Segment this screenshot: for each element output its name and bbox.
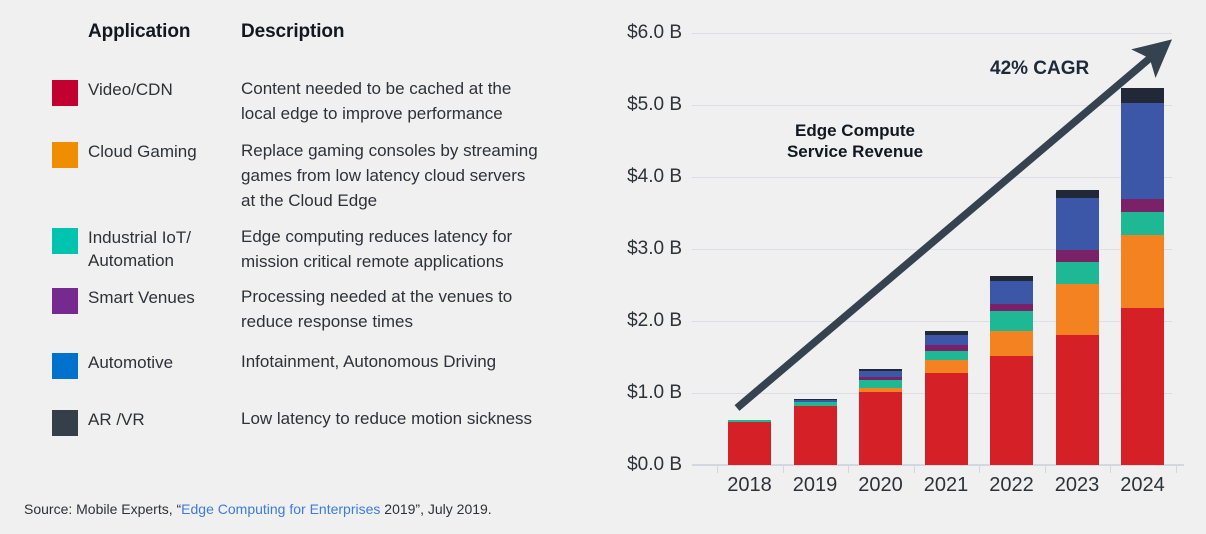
bar-segment[interactable]: [1055, 261, 1099, 284]
bar-segment[interactable]: [1121, 102, 1164, 199]
column-header-description: Description: [241, 21, 345, 42]
y-axis-tick-label: $0.0 B: [627, 454, 682, 475]
bar-segment[interactable]: [1055, 249, 1099, 262]
legend-color-swatch: [52, 228, 78, 254]
bar-segment[interactable]: [924, 359, 968, 373]
y-axis-tick-label: $2.0 B: [627, 310, 682, 331]
x-axis-tick-mark: [1175, 466, 1177, 473]
source-prefix: Source: Mobile Experts, “: [24, 501, 182, 517]
legend-color-swatch: [52, 142, 78, 168]
bar-2019[interactable]: [793, 0, 837, 465]
bar-segment[interactable]: [990, 280, 1033, 304]
y-axis-tick-label: $6.0 B: [627, 22, 682, 43]
application-name: AR /VR: [88, 410, 145, 429]
bar-segment[interactable]: [1121, 198, 1164, 213]
growth-arrow-icon: [734, 39, 1173, 411]
bar-segment[interactable]: [990, 310, 1033, 332]
legend-color-swatch: [52, 410, 78, 436]
bar-segment[interactable]: [1055, 189, 1099, 198]
x-axis-tick-label: 2018: [727, 474, 772, 496]
x-axis-tick-label: 2024: [1120, 474, 1165, 496]
bar-segment[interactable]: [990, 276, 1033, 281]
bar-segment[interactable]: [990, 331, 1033, 357]
bar-segment[interactable]: [859, 368, 902, 371]
x-axis-tick-label: 2023: [1054, 474, 1100, 496]
bar-segment[interactable]: [924, 350, 968, 360]
legend-color-swatch: [52, 288, 78, 314]
x-axis-tick-mark: [913, 466, 915, 473]
bar-segment[interactable]: [793, 398, 837, 401]
x-axis-tick-mark: [1110, 466, 1111, 473]
y-axis-tick-label: $1.0 B: [627, 382, 682, 403]
bar-segment[interactable]: [1121, 212, 1164, 235]
source-note: Source: Mobile Experts, “Edge Computing …: [24, 501, 492, 517]
application-name: Cloud Gaming: [88, 142, 197, 161]
bar-segment[interactable]: [990, 303, 1033, 311]
application-description: Content needed to be cached at the local…: [241, 79, 512, 123]
chart-title: Edge Compute Service Revenue: [786, 121, 924, 161]
bar-segment[interactable]: [924, 345, 968, 351]
cagr-annotation: 42% CAGR: [990, 58, 1090, 79]
bar-segment[interactable]: [924, 331, 968, 335]
bar-segment[interactable]: [859, 387, 902, 393]
bar-segment[interactable]: [1121, 234, 1164, 309]
application-description: Replace gaming consoles by streaming gam…: [241, 141, 538, 210]
bar-segment[interactable]: [859, 377, 902, 381]
bar-segment[interactable]: [1055, 283, 1099, 336]
y-axis-tick-label: $4.0 B: [627, 166, 682, 187]
application-table: Application Description Video/CDN Content…: [0, 0, 620, 534]
x-axis-tick-label: 2019: [792, 474, 838, 496]
source-suffix: 2019”, July 2019.: [380, 501, 492, 517]
legend-color-swatch: [52, 80, 78, 106]
bar-segment[interactable]: [728, 421, 771, 465]
source-link[interactable]: Edge Computing for Enterprises: [181, 501, 380, 517]
bar-segment[interactable]: [1055, 197, 1099, 250]
slide-root: Application Description Video/CDN Content…: [0, 0, 1206, 534]
bar-segment[interactable]: [793, 405, 837, 465]
bar-segment[interactable]: [924, 334, 968, 346]
application-description: Edge computing reduces latency for missi…: [241, 227, 513, 271]
bar-segment[interactable]: [859, 392, 902, 465]
bar-segment[interactable]: [924, 372, 968, 465]
bar-segment[interactable]: [793, 400, 837, 403]
x-axis-tick-label: 2021: [923, 474, 969, 496]
bar-2021[interactable]: [924, 0, 968, 465]
edge-compute-revenue-chart: $6.0 B $5.0 B $4.0 B $3.0 B $2.0 B $1.0 B $0.0…: [620, 0, 1206, 534]
application-name: Automotive: [88, 353, 174, 372]
x-axis-tick-mark: [848, 466, 849, 473]
y-axis-tick-label: $3.0 B: [627, 238, 682, 259]
bar-segment[interactable]: [859, 380, 902, 388]
application-description: Infotainment, Autonomous Driving: [241, 352, 497, 371]
bar-segment[interactable]: [1121, 87, 1164, 103]
legend-color-swatch: [52, 353, 78, 379]
bar-segment[interactable]: [1121, 308, 1164, 465]
bar-2024[interactable]: [1121, 0, 1164, 465]
bar-segment[interactable]: [793, 402, 837, 406]
application-description: Low latency to reduce motion sickness: [241, 409, 533, 428]
column-header-application: Application: [88, 21, 191, 42]
x-axis-tick-label: 2022: [989, 474, 1034, 496]
x-axis-tick-label: 2020: [858, 474, 903, 496]
bar-2018[interactable]: [728, 0, 771, 465]
application-name: Video/CDN: [88, 80, 173, 99]
bar-segment[interactable]: [859, 370, 902, 378]
bar-segment[interactable]: [1055, 335, 1099, 465]
bar-segment[interactable]: [990, 356, 1033, 465]
application-name: Industrial IoT/ Automation: [88, 228, 191, 270]
bar-segment[interactable]: [728, 419, 771, 422]
x-axis-tick-mark: [717, 466, 718, 473]
y-axis-tick-label: $5.0 B: [627, 94, 682, 115]
bar-2020[interactable]: [859, 0, 902, 465]
x-axis-tick-mark: [782, 466, 784, 473]
x-axis-tick-mark: [1044, 466, 1046, 473]
application-description: Processing needed at the venues to reduc…: [241, 287, 513, 331]
application-name: Smart Venues: [88, 288, 195, 307]
x-axis-tick-mark: [979, 466, 980, 473]
